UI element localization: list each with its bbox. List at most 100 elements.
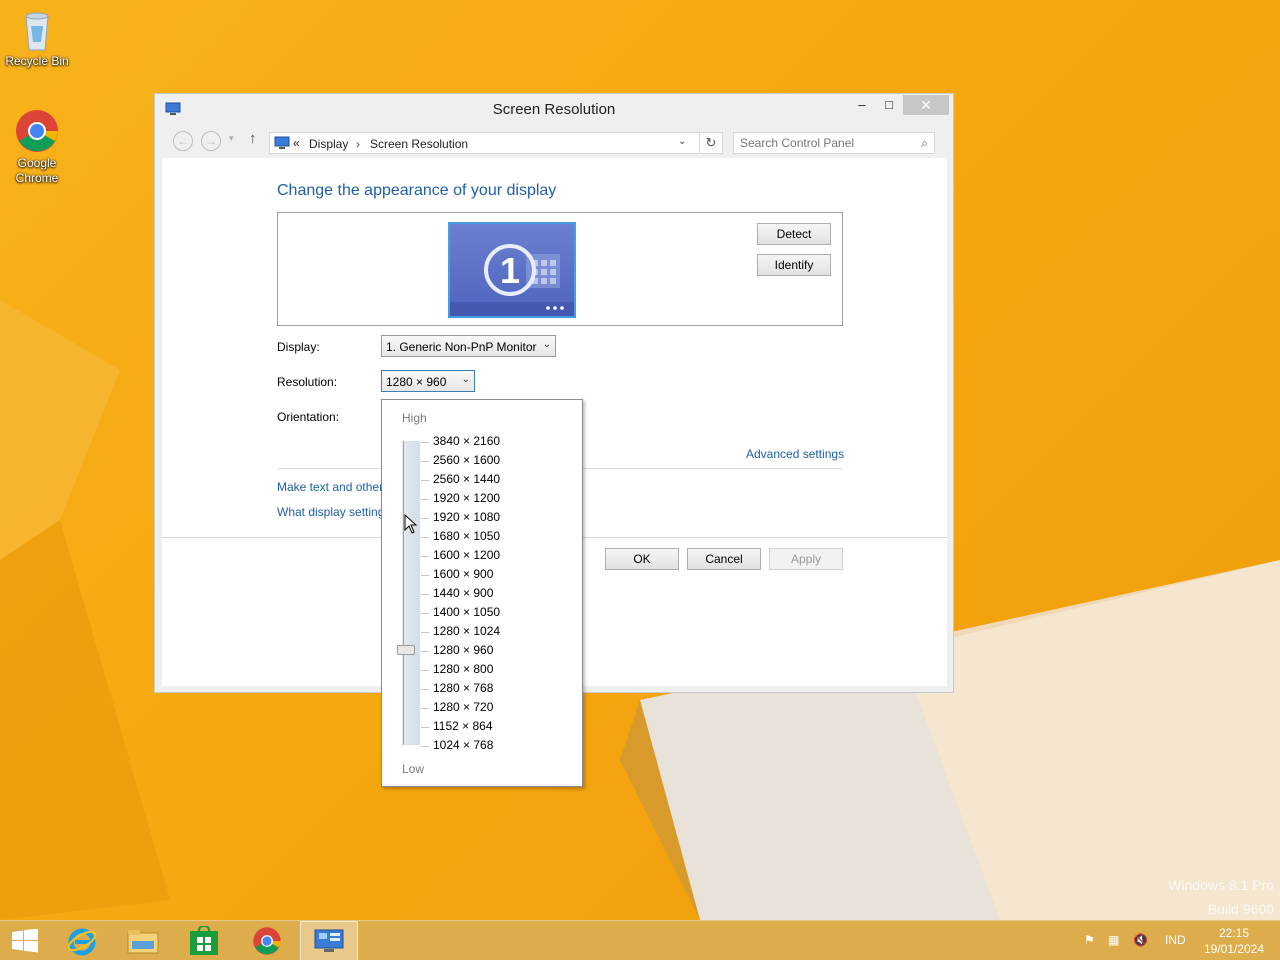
ok-button[interactable]: OK xyxy=(605,548,679,570)
low-label: Low xyxy=(402,762,425,776)
resolution-tick xyxy=(421,689,429,690)
taskbar: ⚑ ▦ 🔇 IND 22:15 19/01/2024 xyxy=(0,920,1280,960)
resolution-option[interactable]: 1280 × 720 xyxy=(433,700,493,714)
volume-muted-icon[interactable]: 🔇 xyxy=(1133,933,1148,947)
monitor-1-tile[interactable]: 1 xyxy=(448,222,576,318)
resolution-tick xyxy=(421,632,429,633)
refresh-icon[interactable]: ↻ xyxy=(699,132,723,154)
resolution-tick xyxy=(421,613,429,614)
resolution-option[interactable]: 2560 × 1440 xyxy=(433,472,500,486)
resolution-dropdown[interactable]: High 3840 × 2160 2560 × 1600 2560 × 1440 19… xyxy=(381,399,583,787)
up-arrow-icon[interactable]: ↑ xyxy=(249,130,257,147)
close-button[interactable]: ✕ xyxy=(903,95,949,115)
cancel-button[interactable]: Cancel xyxy=(687,548,761,570)
recycle-bin-icon xyxy=(14,6,60,52)
resolution-option[interactable]: 2560 × 1600 xyxy=(433,453,500,467)
desktop-icon-google-chrome[interactable]: Google Chrome xyxy=(0,108,74,186)
desktop-icon-label: Google Chrome xyxy=(15,156,59,185)
taskbar-store[interactable] xyxy=(176,921,234,960)
store-icon xyxy=(190,926,218,955)
resolution-option[interactable]: 1920 × 1200 xyxy=(433,491,500,505)
search-box[interactable]: ⌕ xyxy=(733,132,935,154)
taskbar-control-panel[interactable] xyxy=(300,921,358,960)
start-icon xyxy=(12,929,38,953)
resolution-tick xyxy=(421,594,429,595)
resolution-slider-thumb[interactable] xyxy=(397,645,415,655)
title-bar[interactable]: Screen Resolution – □ ✕ xyxy=(155,94,953,124)
resolution-option[interactable]: 1440 × 900 xyxy=(433,586,493,600)
clock[interactable]: 22:15 19/01/2024 xyxy=(1200,925,1268,957)
detect-button[interactable]: Detect xyxy=(757,223,831,245)
start-button[interactable] xyxy=(0,921,58,960)
taskbar-chrome[interactable] xyxy=(238,921,296,960)
resolution-slider-track[interactable] xyxy=(402,441,420,745)
internet-explorer-icon xyxy=(67,928,97,956)
resolution-option[interactable]: 1680 × 1050 xyxy=(433,529,500,543)
chevron-down-icon: ⌄ xyxy=(461,374,470,385)
address-dropdown-icon[interactable]: ⌄ xyxy=(678,136,686,147)
desktop-icon-label: Recycle Bin xyxy=(5,54,69,68)
resolution-option[interactable]: 1280 × 960 xyxy=(433,643,493,657)
taskbar-file-explorer[interactable] xyxy=(114,921,172,960)
text-size-link[interactable]: Make text and other xyxy=(277,480,383,494)
network-icon[interactable]: ▦ xyxy=(1108,933,1119,947)
chrome-icon xyxy=(14,108,60,154)
resolution-tick xyxy=(421,708,429,709)
advanced-settings-link[interactable]: Advanced settings xyxy=(746,447,844,461)
resolution-option[interactable]: 1600 × 900 xyxy=(433,567,493,581)
resolution-option[interactable]: 1400 × 1050 xyxy=(433,605,500,619)
orientation-label: Orientation: xyxy=(277,410,340,424)
resolution-slider-line xyxy=(403,441,404,745)
resolution-option[interactable]: 1600 × 1200 xyxy=(433,548,500,562)
apply-button[interactable]: Apply xyxy=(769,548,843,570)
taskbar-internet-explorer[interactable] xyxy=(54,921,112,960)
control-panel-icon xyxy=(274,136,290,149)
resolution-option[interactable]: 3840 × 2160 xyxy=(433,434,500,448)
chevron-down-icon: ⌄ xyxy=(542,339,551,350)
resolution-option[interactable]: 1920 × 1080 xyxy=(433,510,500,524)
breadcrumb-separator-icon: › xyxy=(356,137,360,151)
file-explorer-icon xyxy=(127,930,159,954)
back-arrow-icon[interactable]: ← xyxy=(173,131,193,151)
language-indicator[interactable]: IND xyxy=(1165,933,1186,947)
display-settings-help-link[interactable]: What display setting xyxy=(277,505,384,519)
control-panel-icon xyxy=(314,929,344,952)
resolution-select[interactable]: 1280 × 960 ⌄ xyxy=(381,370,475,392)
display-select[interactable]: 1. Generic Non-PnP Monitor ⌄ xyxy=(381,335,556,357)
resolution-tick xyxy=(421,575,429,576)
resolution-label: Resolution: xyxy=(277,375,338,389)
breadcrumb-display[interactable]: Display xyxy=(309,137,348,151)
monitor-number-graphic: 1 xyxy=(450,244,574,316)
resolution-option[interactable]: 1280 × 768 xyxy=(433,681,493,695)
chrome-icon xyxy=(253,927,281,955)
clock-date: 19/01/2024 xyxy=(1203,942,1265,956)
resolution-select-value: 1280 × 960 xyxy=(386,375,447,389)
maximize-button[interactable]: □ xyxy=(876,97,902,118)
breadcrumb-screen-resolution[interactable]: Screen Resolution xyxy=(370,137,468,151)
clock-time: 22:15 xyxy=(1218,926,1250,940)
resolution-tick xyxy=(421,556,429,557)
display-label: Display: xyxy=(277,340,320,354)
search-input[interactable] xyxy=(740,136,910,150)
address-bar[interactable]: « Display › Screen Resolution ⌄ xyxy=(269,132,719,154)
forward-arrow-icon[interactable]: → xyxy=(201,131,221,151)
minimize-button[interactable]: – xyxy=(849,97,875,118)
resolution-tick xyxy=(421,480,429,481)
desktop-icon-recycle-bin[interactable]: Recycle Bin xyxy=(0,6,74,68)
resolution-option[interactable]: 1280 × 800 xyxy=(433,662,493,676)
resolution-option[interactable]: 1280 × 1024 xyxy=(433,624,500,638)
resolution-tick xyxy=(421,746,429,747)
windows-build-watermark: Build 9600 xyxy=(1207,901,1274,917)
resolution-option[interactable]: 1152 × 864 xyxy=(433,719,493,733)
resolution-tick xyxy=(421,461,429,462)
breadcrumb-chevrons[interactable]: « xyxy=(293,136,300,150)
monitor-number: 1 xyxy=(500,250,520,291)
recent-locations-chevron-icon[interactable]: ▾ xyxy=(229,133,234,144)
display-select-value: 1. Generic Non-PnP Monitor xyxy=(386,340,537,354)
action-center-flag-icon[interactable]: ⚑ xyxy=(1084,933,1095,947)
search-icon[interactable]: ⌕ xyxy=(921,136,928,151)
identify-button[interactable]: Identify xyxy=(757,254,831,276)
monitor-preview-area: 1 Detect Identify xyxy=(277,212,843,326)
resolution-option[interactable]: 1024 × 768 xyxy=(433,738,493,752)
window-title: Screen Resolution xyxy=(492,101,616,118)
